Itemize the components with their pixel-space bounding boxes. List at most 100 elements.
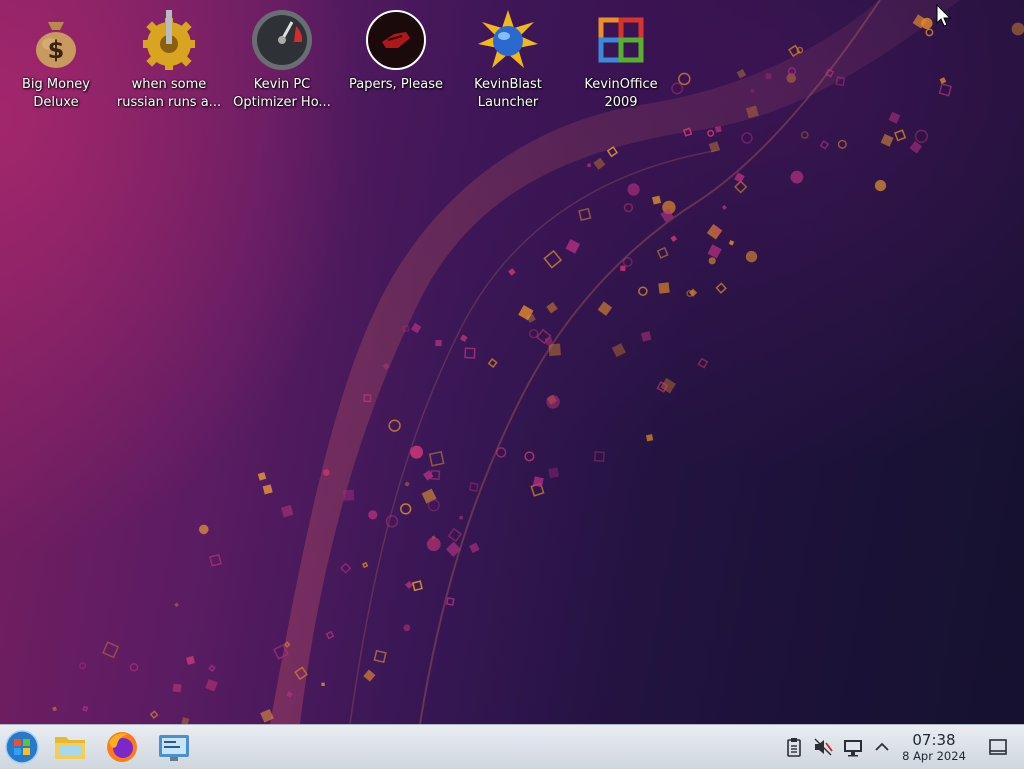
wallpaper-particle	[447, 527, 463, 543]
wallpaper-particle	[578, 207, 592, 221]
wallpaper-particle	[587, 163, 592, 168]
wallpaper-particle	[670, 235, 678, 242]
icon-label: when some russian runs a...	[116, 77, 222, 110]
desktop-icon-kevinoffice-2009[interactable]: KevinOffice 2009	[565, 8, 677, 112]
wallpaper-particle	[459, 516, 463, 520]
wallpaper-particle	[652, 195, 662, 205]
start-menu-icon[interactable]	[4, 729, 40, 765]
clock-date: 8 Apr 2024	[902, 749, 966, 763]
system-settings-icon[interactable]	[156, 729, 192, 765]
wallpaper-particle	[888, 111, 901, 124]
wallpaper-particle	[656, 246, 669, 259]
svg-text:$: $	[48, 36, 65, 64]
desktop-icon-kevinblast-launcher[interactable]: KevinBlast Launcher	[452, 8, 564, 112]
wallpaper-particle	[543, 249, 563, 269]
wallpaper-particle	[411, 580, 423, 592]
wallpaper-particle	[914, 129, 929, 143]
wallpaper-particle	[129, 663, 139, 672]
display-icon[interactable]	[843, 737, 863, 757]
wallpaper-particle	[835, 76, 846, 87]
firefox-icon[interactable]	[104, 729, 140, 765]
wallpaper-particle	[102, 641, 120, 659]
wallpaper-particle	[404, 481, 410, 487]
wallpaper-particle	[435, 339, 442, 347]
wallpaper-particle	[741, 132, 753, 144]
wallpaper-particle	[495, 447, 507, 458]
wallpaper-particle	[565, 239, 581, 254]
wallpaper-particle	[403, 624, 411, 632]
wallpaper-particle	[385, 515, 399, 528]
wallpaper-particle	[410, 322, 422, 334]
wallpaper-particle	[368, 510, 378, 520]
clipboard-icon[interactable]	[784, 737, 804, 757]
wallpaper-particle	[82, 705, 89, 712]
wallpaper-particle	[880, 133, 894, 147]
gear-icon	[143, 10, 195, 70]
wallpaper-particle	[800, 131, 809, 139]
icon-label: Big Money Deluxe	[21, 77, 90, 110]
wallpaper-particle	[623, 202, 634, 213]
wallpaper-particle	[388, 419, 401, 432]
wallpaper-particle	[611, 343, 626, 358]
wallpaper-particle	[645, 434, 654, 442]
wallpaper-particle	[469, 542, 480, 554]
wallpaper-particle	[181, 717, 190, 724]
wallpaper-particle	[79, 662, 87, 670]
wallpaper-particle	[620, 265, 626, 272]
wallpaper-particle	[593, 451, 605, 462]
wallpaper-particle	[340, 562, 352, 574]
desktop-icon-papers-please[interactable]: Papers, Please	[340, 8, 452, 94]
money-bag-icon: $	[36, 22, 76, 68]
wallpaper-particle	[837, 139, 847, 149]
wallpaper-particle	[546, 301, 558, 314]
wallpaper-particle	[546, 395, 560, 409]
wallpaper-particle	[262, 484, 273, 495]
clock[interactable]: 07:38 8 Apr 2024	[896, 731, 972, 763]
desktop-wallpaper[interactable]: $ Big Money Deluxe when some russian run…	[0, 0, 1024, 724]
wallpaper-particle	[428, 451, 445, 467]
volume-muted-icon[interactable]	[813, 737, 833, 757]
taskbar: 07:38 8 Apr 2024	[0, 724, 1024, 769]
wallpaper-particle	[459, 334, 468, 342]
icon-label: Papers, Please	[348, 77, 444, 92]
desktop-icon-kevin-pc-optimizer[interactable]: Kevin PC Optimizer Ho...	[226, 8, 338, 112]
wallpaper-particle	[874, 180, 887, 192]
wallpaper-particle	[468, 482, 479, 492]
wallpaper-particle	[715, 282, 727, 294]
wallpaper-particle	[172, 683, 182, 693]
wallpaper-particle	[736, 69, 747, 79]
wallpaper-particle	[714, 125, 722, 133]
wallpaper-particle	[186, 655, 196, 665]
wallpaper-particle	[790, 170, 804, 184]
expand-tray-icon[interactable]	[872, 737, 892, 757]
speedometer-icon	[252, 10, 312, 70]
wallpaper-particle	[1011, 22, 1024, 36]
wallpaper-particle	[325, 630, 335, 640]
wallpaper-particle	[427, 499, 440, 512]
wallpaper-particle	[597, 301, 613, 316]
wallpaper-particle	[678, 72, 691, 86]
wallpaper-particle	[426, 537, 441, 552]
clock-time: 07:38	[912, 731, 956, 749]
wallpaper-particle	[280, 504, 294, 518]
wallpaper-particle	[721, 204, 727, 210]
wallpaper-particle	[638, 286, 648, 296]
globe-burst-icon	[478, 10, 538, 68]
wallpaper-particle	[697, 357, 709, 369]
wallpaper-particle	[750, 88, 755, 93]
file-manager-icon[interactable]	[52, 729, 88, 765]
wallpaper-particle	[373, 649, 387, 664]
wallpaper-particle	[765, 73, 772, 80]
wallpaper-particle	[205, 678, 218, 692]
wallpaper-particle	[410, 445, 424, 459]
desktop-icon-big-money-deluxe[interactable]: $ Big Money Deluxe	[0, 8, 112, 112]
wallpaper-particle	[405, 580, 414, 589]
wallpaper-particle	[682, 127, 693, 137]
show-desktop-icon[interactable]	[988, 737, 1008, 757]
wallpaper-particle	[622, 257, 633, 267]
wallpaper-particle	[938, 83, 953, 97]
wallpaper-particle	[708, 257, 716, 265]
desktop-icon-russian-runs[interactable]: when some russian runs a...	[113, 8, 225, 112]
wallpaper-particle	[343, 489, 355, 501]
office-logo-icon	[598, 17, 644, 63]
